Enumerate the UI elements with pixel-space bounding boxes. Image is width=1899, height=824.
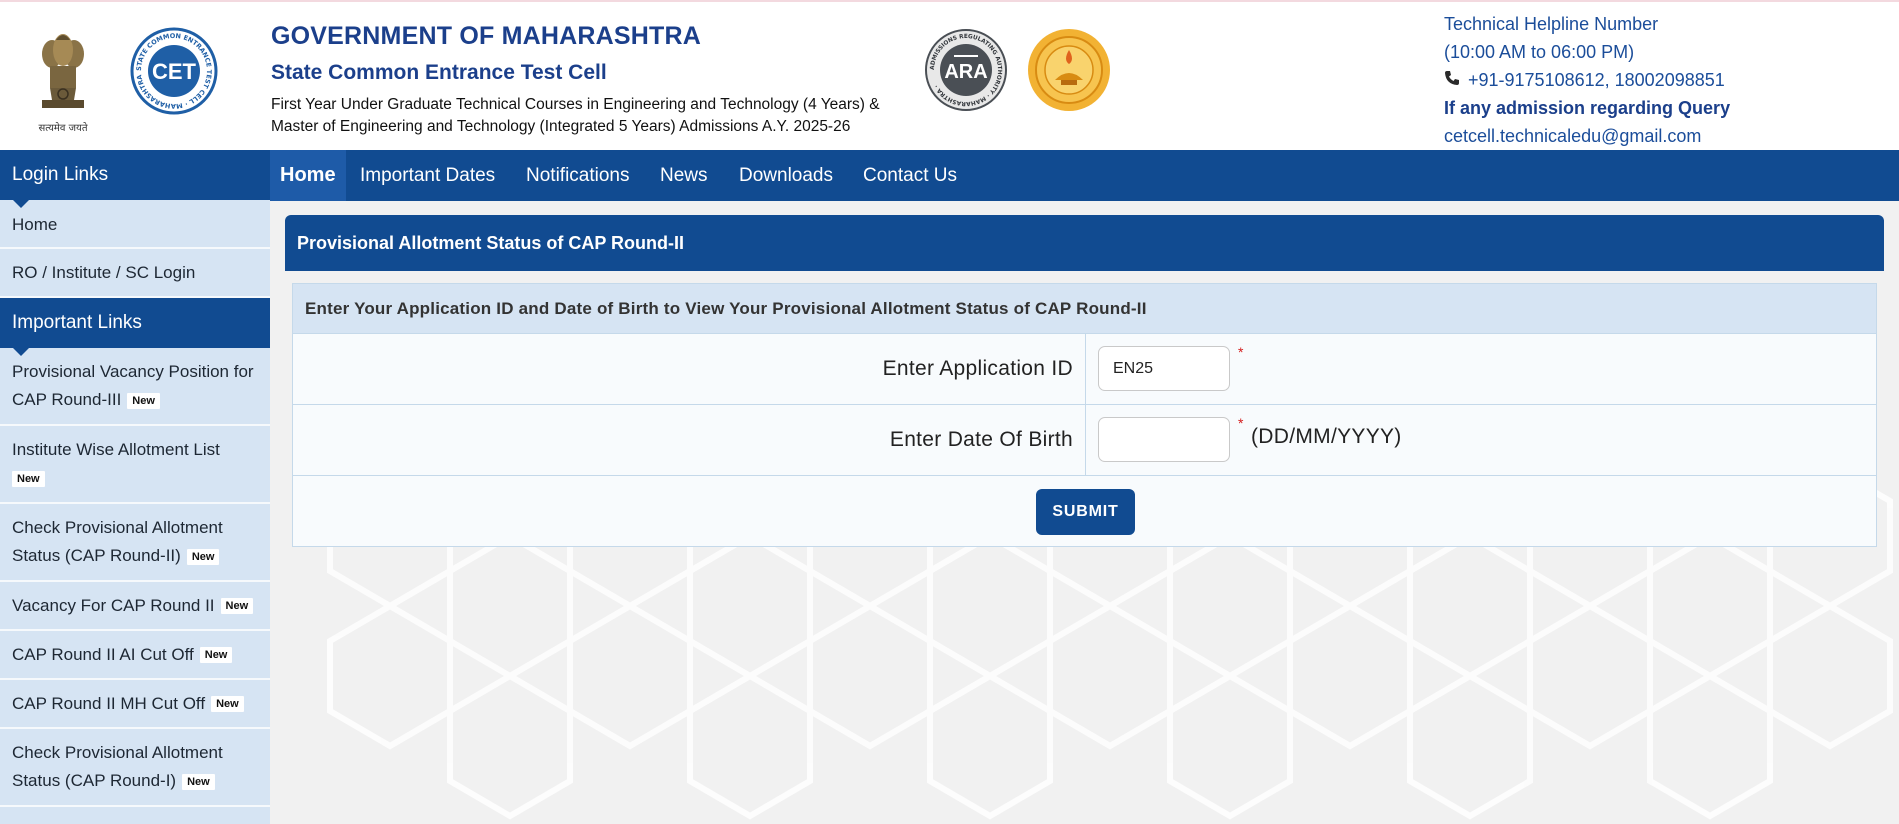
sidebar-item-mh-cutoff[interactable]: CAP Round II MH Cut Off New xyxy=(0,680,270,729)
submit-row: SUBMIT xyxy=(293,476,1876,546)
sidebar-item-institute-allotment[interactable]: Institute Wise Allotment List New xyxy=(0,426,270,504)
application-id-row: Enter Application ID * xyxy=(293,334,1876,405)
sidebar-item-label: CAP Round-III xyxy=(12,390,122,409)
sidebar-important-heading: Important Links xyxy=(0,298,270,356)
dob-format-hint: (DD/MM/YYYY) xyxy=(1251,425,1402,448)
sidebar: Login Links Home RO / Institute / SC Log… xyxy=(0,150,270,824)
helpline-hours: (10:00 AM to 06:00 PM) xyxy=(1444,42,1635,62)
dob-row: Enter Date Of Birth * (DD/MM/YYYY) xyxy=(293,405,1876,476)
dob-input[interactable] xyxy=(1098,417,1230,462)
sidebar-item-ai-cutoff[interactable]: CAP Round II AI Cut Off New xyxy=(0,631,270,680)
helpline-phone[interactable]: +91-9175108612, 18002098851 xyxy=(1468,66,1725,94)
sidebar-item-home[interactable]: Home xyxy=(0,200,270,249)
header-subtitle: First Year Under Graduate Technical Cour… xyxy=(271,94,880,138)
sidebar-important-heading-text: Important Links xyxy=(12,312,142,333)
form-caption: Enter Your Application ID and Date of Bi… xyxy=(293,284,1876,334)
government-title: GOVERNMENT OF MAHARASHTRA xyxy=(271,22,701,50)
new-badge: New xyxy=(211,696,244,713)
nav-contact-us[interactable]: Contact Us xyxy=(863,150,957,201)
sidebar-item-allotment-round1[interactable]: Check Provisional Allotment Status (CAP … xyxy=(0,729,270,807)
sidebar-item-institute-login[interactable]: RO / Institute / SC Login xyxy=(0,249,270,298)
application-id-input[interactable] xyxy=(1098,346,1230,391)
cet-logo-text: CET xyxy=(152,59,197,84)
sidebar-item-label: Check Provisional Allotment xyxy=(12,518,223,537)
new-badge: New xyxy=(199,647,233,664)
ara-logo-text: ARA xyxy=(944,61,987,83)
sidebar-item-allotment-round2[interactable]: Check Provisional Allotment Status (CAP … xyxy=(0,504,270,582)
application-id-label: Enter Application ID xyxy=(293,334,1086,404)
subtitle-line-2: Master of Engineering and Technology (In… xyxy=(271,118,851,135)
nav-home[interactable]: Home xyxy=(270,150,346,201)
sidebar-item-label: CAP Round II AI Cut Off xyxy=(12,644,194,664)
ara-logo-icon: ADMISSIONS REGULATING AUTHORITY · MAHARA… xyxy=(924,28,1008,112)
main-navbar: Home Important Dates Notifications News … xyxy=(270,150,1899,201)
sidebar-item-label: Vacancy For CAP Round II xyxy=(12,595,215,615)
main-content: Provisional Allotment Status of CAP Roun… xyxy=(270,201,1899,824)
helpline-email[interactable]: cetcell.technicaledu@gmail.com xyxy=(1444,122,1730,150)
nav-important-dates[interactable]: Important Dates xyxy=(360,150,495,201)
site-header: सत्यमेव जयते STATE COMMON ENTRANCE TEST … xyxy=(0,0,1899,150)
maharashtra-seal-icon xyxy=(1027,28,1111,112)
national-emblem-icon: सत्यमेव जयते xyxy=(30,26,96,134)
sidebar-item-label: Provisional Vacancy Position for xyxy=(12,362,254,381)
helpline-title: Technical Helpline Number xyxy=(1444,14,1659,34)
new-badge: New xyxy=(127,392,160,409)
submit-button[interactable]: SUBMIT xyxy=(1036,489,1135,535)
panel-title: Provisional Allotment Status of CAP Roun… xyxy=(285,215,1884,271)
sidebar-item-vacancy-round2[interactable]: Vacancy For CAP Round II New xyxy=(0,582,270,631)
subtitle-line-1: First Year Under Graduate Technical Cour… xyxy=(271,96,880,113)
required-marker: * xyxy=(1238,344,1244,360)
nav-news[interactable]: News xyxy=(660,150,708,201)
nav-notifications[interactable]: Notifications xyxy=(526,150,630,201)
sidebar-item-label: Institute Wise Allotment List xyxy=(12,440,220,459)
sidebar-item-label: Status (CAP Round-I) xyxy=(12,771,177,790)
new-badge: New xyxy=(220,598,254,615)
allotment-status-form: Enter Your Application ID and Date of Bi… xyxy=(292,283,1877,547)
sidebar-login-heading-text: Login Links xyxy=(12,164,109,185)
dob-label: Enter Date Of Birth xyxy=(293,405,1086,475)
emblem-motto: सत्यमेव जयते xyxy=(38,123,88,134)
sidebar-item-label: Home xyxy=(12,214,58,234)
phone-icon xyxy=(1444,66,1460,94)
sidebar-login-heading: Login Links xyxy=(0,150,270,208)
new-badge: New xyxy=(12,470,45,487)
new-badge: New xyxy=(182,773,215,790)
sidebar-item-label: Status (CAP Round-II) xyxy=(12,546,181,565)
sidebar-item-label: RO / Institute / SC Login xyxy=(12,262,196,282)
sidebar-item-label: CAP Round II MH Cut Off xyxy=(12,693,206,713)
sidebar-item-label: Check Provisional Allotment xyxy=(12,743,223,762)
cell-title: State Common Entrance Test Cell xyxy=(271,61,607,84)
sidebar-item-vacancy-round3[interactable]: Provisional Vacancy Position for CAP Rou… xyxy=(0,348,270,426)
helpline-block: Technical Helpline Number (10:00 AM to 0… xyxy=(1444,10,1730,150)
nav-downloads[interactable]: Downloads xyxy=(739,150,833,201)
helpline-query-label: If any admission regarding Query xyxy=(1444,98,1731,118)
new-badge: New xyxy=(186,548,220,565)
required-marker: * xyxy=(1238,415,1244,431)
cet-cell-logo-icon: STATE COMMON ENTRANCE TEST CELL · MAHARA… xyxy=(129,21,218,115)
